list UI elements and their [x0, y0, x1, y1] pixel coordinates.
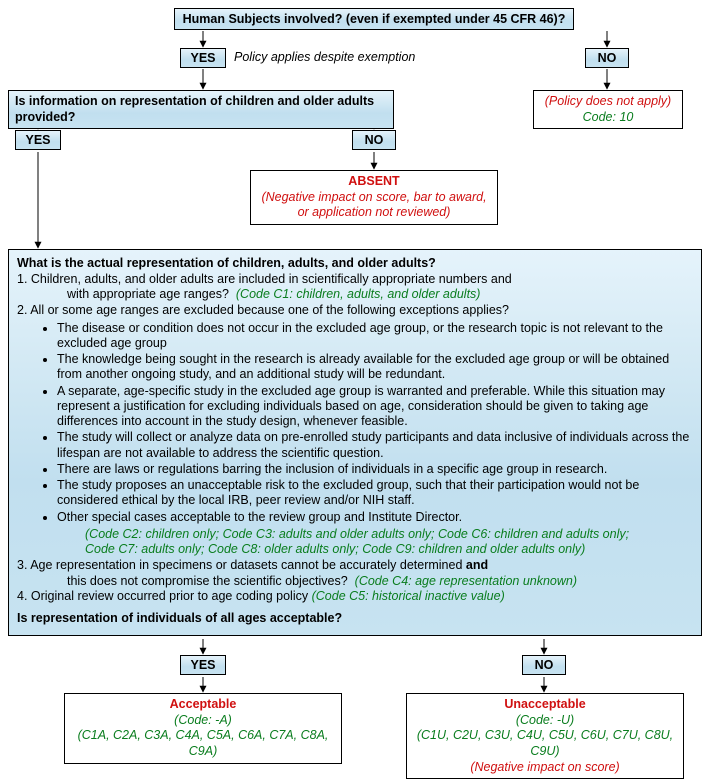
- answer-no-2: NO: [352, 130, 396, 150]
- exception-1: The disease or condition does not occur …: [57, 321, 693, 352]
- exception-3: A separate, age-specific study in the ex…: [57, 384, 693, 430]
- q-human-subjects: Human Subjects involved? (even if exempt…: [174, 8, 574, 30]
- text-code-10: Code: 10: [583, 110, 634, 124]
- answer-no-1: NO: [585, 48, 629, 68]
- p3b: this does not compromise the scientific …: [17, 574, 348, 588]
- q-acceptable: Is representation of individuals of all …: [17, 611, 693, 627]
- item-3: 3. Age representation in specimens or da…: [17, 558, 693, 589]
- text: NO: [598, 51, 617, 65]
- text: YES: [25, 133, 50, 147]
- p4: 4. Original review occurred prior to age…: [17, 589, 308, 603]
- flowchart: Human Subjects involved? (even if exempt…: [4, 4, 706, 742]
- p2code1: (Code C2: children only; Code C3: adults…: [17, 527, 693, 543]
- answer-no-3: NO: [522, 655, 566, 675]
- p1b: with appropriate age ranges?: [17, 287, 229, 301]
- p3and: and: [466, 558, 488, 572]
- note-exemption: Policy applies despite exemption: [234, 50, 415, 64]
- item-4: 4. Original review occurred prior to age…: [17, 589, 693, 605]
- absent-title: ABSENT: [348, 174, 399, 188]
- text: Human Subjects involved? (even if exempt…: [183, 12, 566, 26]
- p3code: (Code C4: age representation unknown): [355, 574, 577, 588]
- absent-detail: (Negative impact on score, bar to award,…: [261, 190, 486, 220]
- text: YES: [190, 51, 215, 65]
- item-1: 1. Children, adults, and older adults ar…: [17, 272, 693, 303]
- result-acceptable: Acceptable (Code: -A) (C1A, C2A, C3A, C4…: [64, 693, 342, 764]
- result-policy-not-apply: (Policy does not apply) Code: 10: [533, 90, 683, 129]
- text: NO: [365, 133, 384, 147]
- big-title: What is the actual representation of chi…: [17, 256, 693, 272]
- p1code: (Code C1: children, adults, and older ad…: [236, 287, 481, 301]
- p3a: 3. Age representation in specimens or da…: [17, 558, 462, 572]
- p2code2: Code C7: adults only; Code C8: older adu…: [17, 542, 693, 558]
- acceptable-list: (C1A, C2A, C3A, C4A, C5A, C6A, C7A, C8A,…: [78, 728, 329, 758]
- text: YES: [190, 658, 215, 672]
- unacceptable-neg: (Negative impact on score): [470, 760, 619, 774]
- acceptable-title: Acceptable: [170, 697, 237, 711]
- exception-4: The study will collect or analyze data o…: [57, 430, 693, 461]
- text: Policy applies despite exemption: [234, 50, 415, 64]
- answer-yes-2: YES: [15, 130, 61, 150]
- result-absent: ABSENT (Negative impact on score, bar to…: [250, 170, 498, 225]
- exception-list: The disease or condition does not occur …: [17, 321, 693, 525]
- text: NO: [535, 658, 554, 672]
- p4code: (Code C5: historical inactive value): [312, 589, 505, 603]
- answer-yes-1: YES: [180, 48, 226, 68]
- exception-7: Other special cases acceptable to the re…: [57, 510, 693, 525]
- p1a: 1. Children, adults, and older adults ar…: [17, 272, 512, 286]
- text: Is information on representation of chil…: [15, 94, 374, 124]
- unacceptable-code: (Code: -U): [516, 713, 574, 727]
- text-not-apply: (Policy does not apply): [545, 94, 671, 108]
- acceptable-code: (Code: -A): [174, 713, 232, 727]
- answer-yes-3: YES: [180, 655, 226, 675]
- q-representation-detail: What is the actual representation of chi…: [8, 249, 702, 636]
- exception-2: The knowledge being sought in the resear…: [57, 352, 693, 383]
- unacceptable-title: Unacceptable: [504, 697, 585, 711]
- exception-6: The study proposes an unacceptable risk …: [57, 478, 693, 509]
- p2a: 2. All or some age ranges are excluded b…: [17, 303, 509, 317]
- exception-5: There are laws or regulations barring th…: [57, 462, 693, 477]
- item-2: 2. All or some age ranges are excluded b…: [17, 303, 693, 558]
- result-unacceptable: Unacceptable (Code: -U) (C1U, C2U, C3U, …: [406, 693, 684, 779]
- q-info-provided: Is information on representation of chil…: [8, 90, 394, 129]
- unacceptable-list: (C1U, C2U, C3U, C4U, C5U, C6U, C7U, C8U,…: [417, 728, 673, 758]
